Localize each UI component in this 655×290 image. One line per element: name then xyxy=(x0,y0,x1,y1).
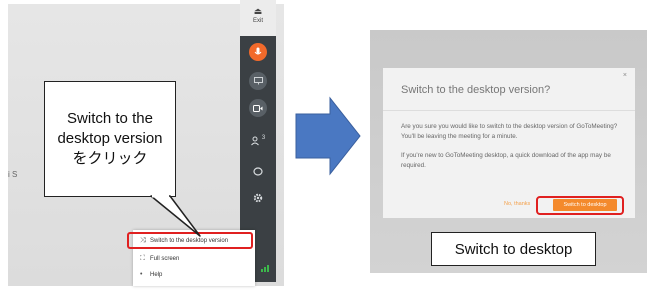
callout-pointer xyxy=(150,194,201,237)
